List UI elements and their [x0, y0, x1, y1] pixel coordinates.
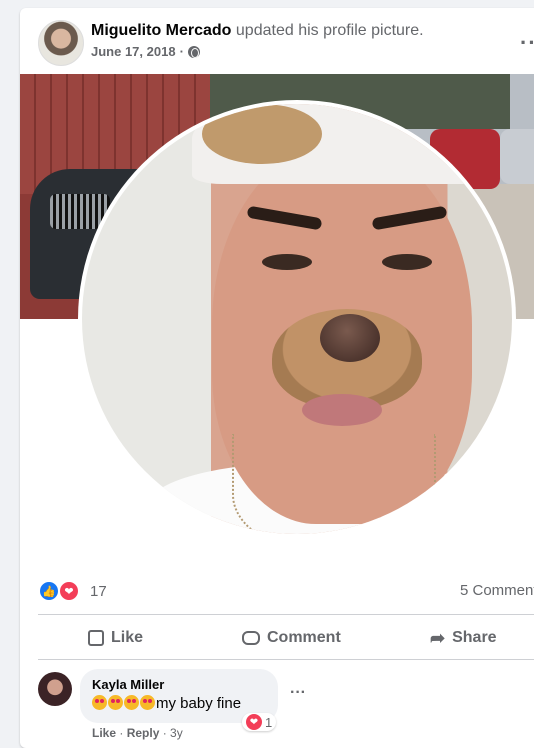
photo-eye-left — [262, 254, 312, 270]
thumbs-up-icon — [88, 630, 104, 646]
meta-separator: · — [159, 726, 171, 740]
share-button[interactable]: ➦ Share — [430, 618, 497, 658]
post-actions-bar: Like Comment ➦ Share — [38, 618, 534, 658]
profile-picture[interactable] — [82, 104, 512, 534]
post-header: Miguelito Mercado updated his profile pi… — [20, 8, 534, 74]
comment-icon — [242, 631, 260, 645]
post-date-line: June 17, 2018 · — [91, 44, 200, 59]
meta-separator: · — [116, 726, 127, 740]
author-avatar[interactable] — [38, 20, 84, 66]
comment-time[interactable]: 3y — [170, 726, 183, 740]
heart-eyes-emoji-icon — [108, 695, 123, 710]
photo-chain — [232, 434, 436, 534]
comment-text: my baby fine — [92, 695, 266, 712]
love-reaction-icon: ❤ — [246, 714, 262, 730]
like-label: Like — [111, 629, 144, 646]
reaction-count[interactable]: 17 — [90, 583, 107, 600]
post-card: Miguelito Mercado updated his profile pi… — [20, 8, 534, 748]
like-button[interactable]: Like — [88, 618, 143, 658]
photo-car-silver — [500, 129, 534, 184]
comment-more-options-button[interactable]: ··· — [290, 684, 306, 702]
comment-reply-link[interactable]: Reply — [127, 726, 160, 740]
heart-eyes-emoji-group — [92, 695, 156, 712]
divider — [38, 659, 534, 660]
dog-ear-filter — [202, 104, 322, 164]
comment-reactions[interactable]: ❤ 1 — [242, 713, 277, 731]
comment-meta: Like · Reply · 3y — [92, 726, 183, 740]
comment-author[interactable]: Kayla Miller — [92, 677, 266, 692]
post-date[interactable]: June 17, 2018 — [91, 44, 176, 59]
commenter-avatar[interactable] — [38, 672, 72, 706]
dog-nose-filter — [320, 314, 380, 362]
like-reaction-icon: 👍 — [38, 580, 60, 602]
comment-body: my baby fine — [156, 695, 242, 712]
globe-icon — [187, 45, 200, 58]
post-action-text: updated his profile picture. — [235, 22, 424, 39]
feed-background — [0, 0, 20, 742]
love-reaction-icon: ❤ — [58, 580, 80, 602]
reactions-summary[interactable]: 👍 ❤ 17 — [38, 580, 107, 602]
post-title-line: Miguelito Mercado updated his profile pi… — [91, 22, 424, 40]
heart-eyes-emoji-icon — [92, 695, 107, 710]
share-icon: ➦ — [430, 627, 446, 648]
comments-count-link[interactable]: 5 Comments — [460, 582, 534, 599]
post-more-options-button[interactable]: ··· — [520, 30, 534, 56]
photo-eye-right — [382, 254, 432, 270]
heart-eyes-emoji-icon — [124, 695, 139, 710]
comment-reaction-count: 1 — [265, 714, 273, 730]
photo-lips — [302, 394, 382, 426]
share-label: Share — [452, 629, 497, 646]
heart-eyes-emoji-icon — [140, 695, 155, 710]
divider — [38, 614, 534, 615]
author-name[interactable]: Miguelito Mercado — [91, 22, 231, 39]
date-separator: · — [179, 44, 184, 59]
comment-button[interactable]: Comment — [242, 618, 341, 658]
comment-like-link[interactable]: Like — [92, 726, 116, 740]
comment-label: Comment — [267, 629, 341, 646]
